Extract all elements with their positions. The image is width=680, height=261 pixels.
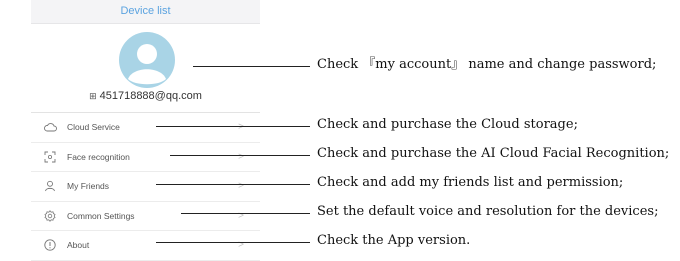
- menu-item-label: Cloud Service: [67, 122, 120, 133]
- annotation-cloud: Check and purchase the Cloud storage;: [317, 117, 578, 132]
- person-icon: [43, 179, 57, 193]
- chevron-right-icon: >: [238, 210, 244, 222]
- menu-item-face-recognition[interactable]: Face recognition >: [31, 143, 260, 172]
- chevron-right-icon: >: [238, 180, 244, 192]
- settings-menu: Cloud Service > Face recognition > My Fr…: [31, 113, 260, 261]
- avatar[interactable]: [119, 32, 175, 88]
- annotation-settings: Set the default voice and resolution for…: [317, 204, 659, 219]
- menu-item-cloud-service[interactable]: Cloud Service >: [31, 113, 260, 143]
- cloud-icon: [43, 120, 57, 134]
- menu-item-common-settings[interactable]: Common Settings >: [31, 202, 260, 231]
- annotation-about: Check the App version.: [317, 233, 471, 248]
- app-panel: Device list ⊞ 451718888@qq.com Cloud Serv…: [31, 0, 260, 261]
- face-scan-icon: [43, 150, 57, 164]
- annotation-friends: Check and add my friends list and permis…: [317, 175, 624, 190]
- chevron-right-icon: >: [238, 239, 244, 251]
- menu-item-label: Common Settings: [67, 210, 135, 221]
- account-email: 451718888@qq.com: [99, 90, 202, 102]
- gear-icon: [43, 209, 57, 223]
- annotation-face: Check and purchase the AI Cloud Facial R…: [317, 146, 670, 161]
- user-avatar-icon: [120, 33, 174, 87]
- page-title: Device list: [31, 0, 260, 24]
- menu-item-about[interactable]: About >: [31, 231, 260, 261]
- qr-code-icon: ⊞: [89, 91, 97, 101]
- menu-item-my-friends[interactable]: My Friends >: [31, 172, 260, 202]
- annotation-account: Check 『my account』 name and change passw…: [317, 57, 657, 72]
- info-icon: [43, 238, 57, 252]
- menu-item-label: Face recognition: [67, 151, 130, 162]
- menu-item-label: About: [67, 240, 90, 251]
- menu-item-label: My Friends: [67, 181, 110, 192]
- account-info[interactable]: ⊞ 451718888@qq.com: [31, 90, 260, 104]
- chevron-right-icon: >: [238, 121, 244, 133]
- chevron-right-icon: >: [238, 151, 244, 163]
